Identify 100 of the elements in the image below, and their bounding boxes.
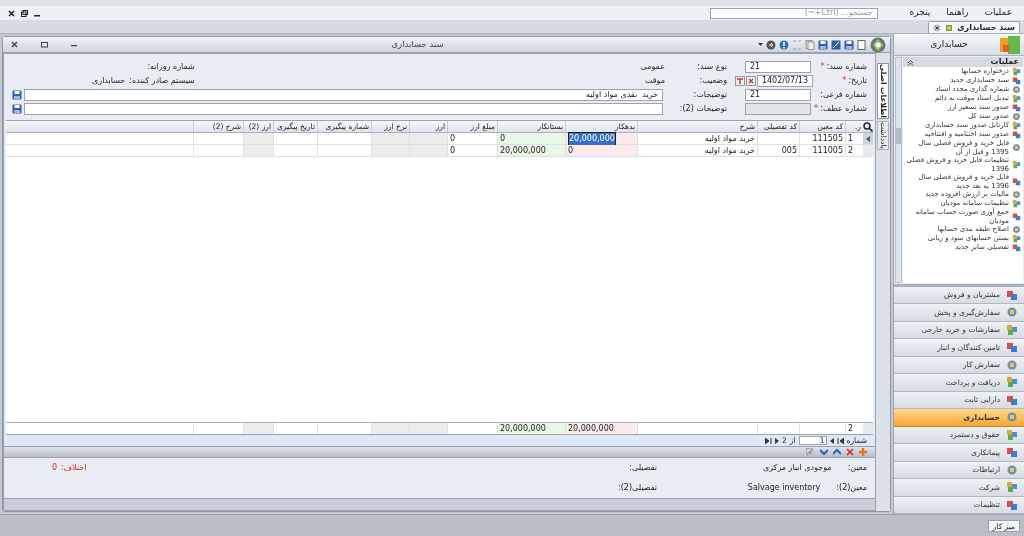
blocks-icon: [1012, 112, 1021, 121]
total-cell: 20,000,000: [497, 423, 565, 434]
save-icon[interactable]: [818, 39, 828, 50]
text-field[interactable]: 21: [745, 61, 811, 73]
field-value: عمومی: [640, 61, 665, 73]
ledger-icon: [1000, 35, 1020, 54]
save-icon[interactable]: [844, 39, 854, 50]
first-page-icon[interactable]: [836, 437, 844, 444]
blocks-icon: [1012, 234, 1021, 243]
section-header[interactable]: عملیات: [903, 57, 1023, 67]
new-document-icon[interactable]: [857, 39, 867, 50]
search-field[interactable]: جستجو... (Ctrl+~): [709, 7, 878, 19]
table-cell: 20,000,000: [497, 145, 565, 156]
blocks-icon: [1006, 428, 1020, 441]
document-icon: [945, 23, 954, 32]
blocks-icon: [1006, 376, 1020, 389]
blocks-icon: [1012, 121, 1021, 130]
field-label: وضعیت:: [699, 75, 727, 87]
last-page-icon[interactable]: [765, 437, 773, 444]
help-icon[interactable]: [779, 39, 789, 50]
difference-value: 0: [52, 462, 58, 474]
blocks-icon: [1012, 76, 1021, 85]
arrow-button-icon[interactable]: [766, 39, 776, 50]
blocks-icon: [1012, 243, 1021, 252]
menu-item[interactable]: راهنما: [942, 6, 973, 20]
close-icon[interactable]: [933, 23, 942, 32]
move-down-icon[interactable]: [820, 448, 828, 456]
text-field[interactable]: 21: [745, 89, 811, 101]
field-label: تفصیلی(2):: [618, 482, 657, 494]
field-label: شماره سند:: [826, 61, 867, 73]
blocks-icon: [1006, 446, 1020, 459]
blocks-icon: [1012, 199, 1021, 208]
menu-item[interactable]: عملیات: [980, 6, 1016, 20]
difference-label: اختلاف:: [61, 462, 87, 474]
dropdown-icon[interactable]: [758, 42, 763, 47]
sidebar-title: حسابداری: [929, 37, 969, 51]
field-value: حسابداری: [92, 75, 126, 87]
restore-icon[interactable]: [41, 41, 48, 48]
document-tab[interactable]: سند حسابداری: [928, 21, 1020, 33]
total-cell: [409, 423, 447, 434]
section-title: عملیات: [990, 56, 1019, 67]
clear-icon[interactable]: [746, 76, 756, 86]
close-icon[interactable]: [8, 9, 15, 17]
move-up-icon[interactable]: [833, 448, 841, 456]
field-label: تاریخ:: [848, 75, 867, 87]
field-label: شماره فرعی:: [820, 89, 867, 101]
previous-page-icon[interactable]: [829, 437, 834, 444]
next-page-icon[interactable]: [775, 437, 780, 444]
row-header[interactable]: [863, 133, 873, 144]
blocks-icon: [1012, 130, 1021, 139]
field-value: Salvage inventory: [747, 482, 821, 494]
restore-icon[interactable]: [21, 9, 28, 17]
close-icon[interactable]: [11, 41, 18, 48]
table-cell: 0: [497, 133, 565, 144]
window-title: سند حسابداری: [390, 38, 445, 51]
field-label: معین:: [847, 462, 867, 474]
required-mark: *: [813, 102, 819, 116]
field-label: سیستم صادر کننده:: [129, 75, 195, 87]
total-cell: 20,000,000: [565, 423, 637, 434]
field-label: نوع سند:: [697, 61, 727, 73]
total-cell: [371, 423, 409, 434]
table-cell: خرید مواد اولیه: [637, 145, 757, 156]
field-label: شماره روزانه:: [147, 61, 195, 73]
table-cell: خرید مواد اولیه: [637, 133, 757, 144]
blocks-icon: [1012, 177, 1021, 186]
blocks-icon: [1012, 190, 1021, 199]
required-mark: *: [820, 60, 825, 74]
text-field[interactable]: 1402/07/13: [757, 75, 813, 87]
blocks-icon: [1012, 67, 1021, 76]
blocks-icon: [1012, 85, 1021, 94]
required-mark: *: [841, 74, 847, 88]
text-field[interactable]: [24, 103, 663, 115]
calendar-icon[interactable]: [735, 76, 745, 86]
field-label: توضیحات:: [693, 89, 727, 101]
field-value: موجودی انبار مرکزی: [762, 462, 832, 474]
total-cell: [243, 423, 273, 434]
delete-icon[interactable]: [846, 448, 854, 456]
scrollbar[interactable]: [895, 57, 902, 283]
row-pointer-icon: [866, 135, 870, 142]
field-label: معین(2):: [836, 482, 867, 494]
blocks-icon: [1006, 498, 1020, 511]
table-cell: 005: [757, 145, 799, 156]
collapse-icon[interactable]: [907, 58, 914, 66]
text-field[interactable]: خرید نقدی مواد اولیه: [24, 89, 663, 101]
search-icon[interactable]: [863, 121, 873, 132]
blocks-icon: [1006, 341, 1020, 354]
save-icon[interactable]: [12, 90, 22, 100]
blocks-icon: [1012, 103, 1021, 112]
blocks-icon: [1012, 94, 1021, 103]
blocks-icon: [1006, 323, 1020, 336]
blocks-icon: [1006, 481, 1020, 494]
field-label: توضیحات (2):: [679, 103, 727, 115]
field-label: تفصیلی:: [629, 462, 657, 474]
edit-icon[interactable]: [806, 448, 815, 456]
save-icon[interactable]: [12, 104, 22, 114]
menu-item[interactable]: پنجره: [905, 6, 935, 20]
blocks-icon: [1012, 143, 1021, 152]
table-cell: 111005: [799, 145, 845, 156]
blocks-icon: [1006, 393, 1020, 406]
edit-icon[interactable]: [831, 39, 841, 50]
